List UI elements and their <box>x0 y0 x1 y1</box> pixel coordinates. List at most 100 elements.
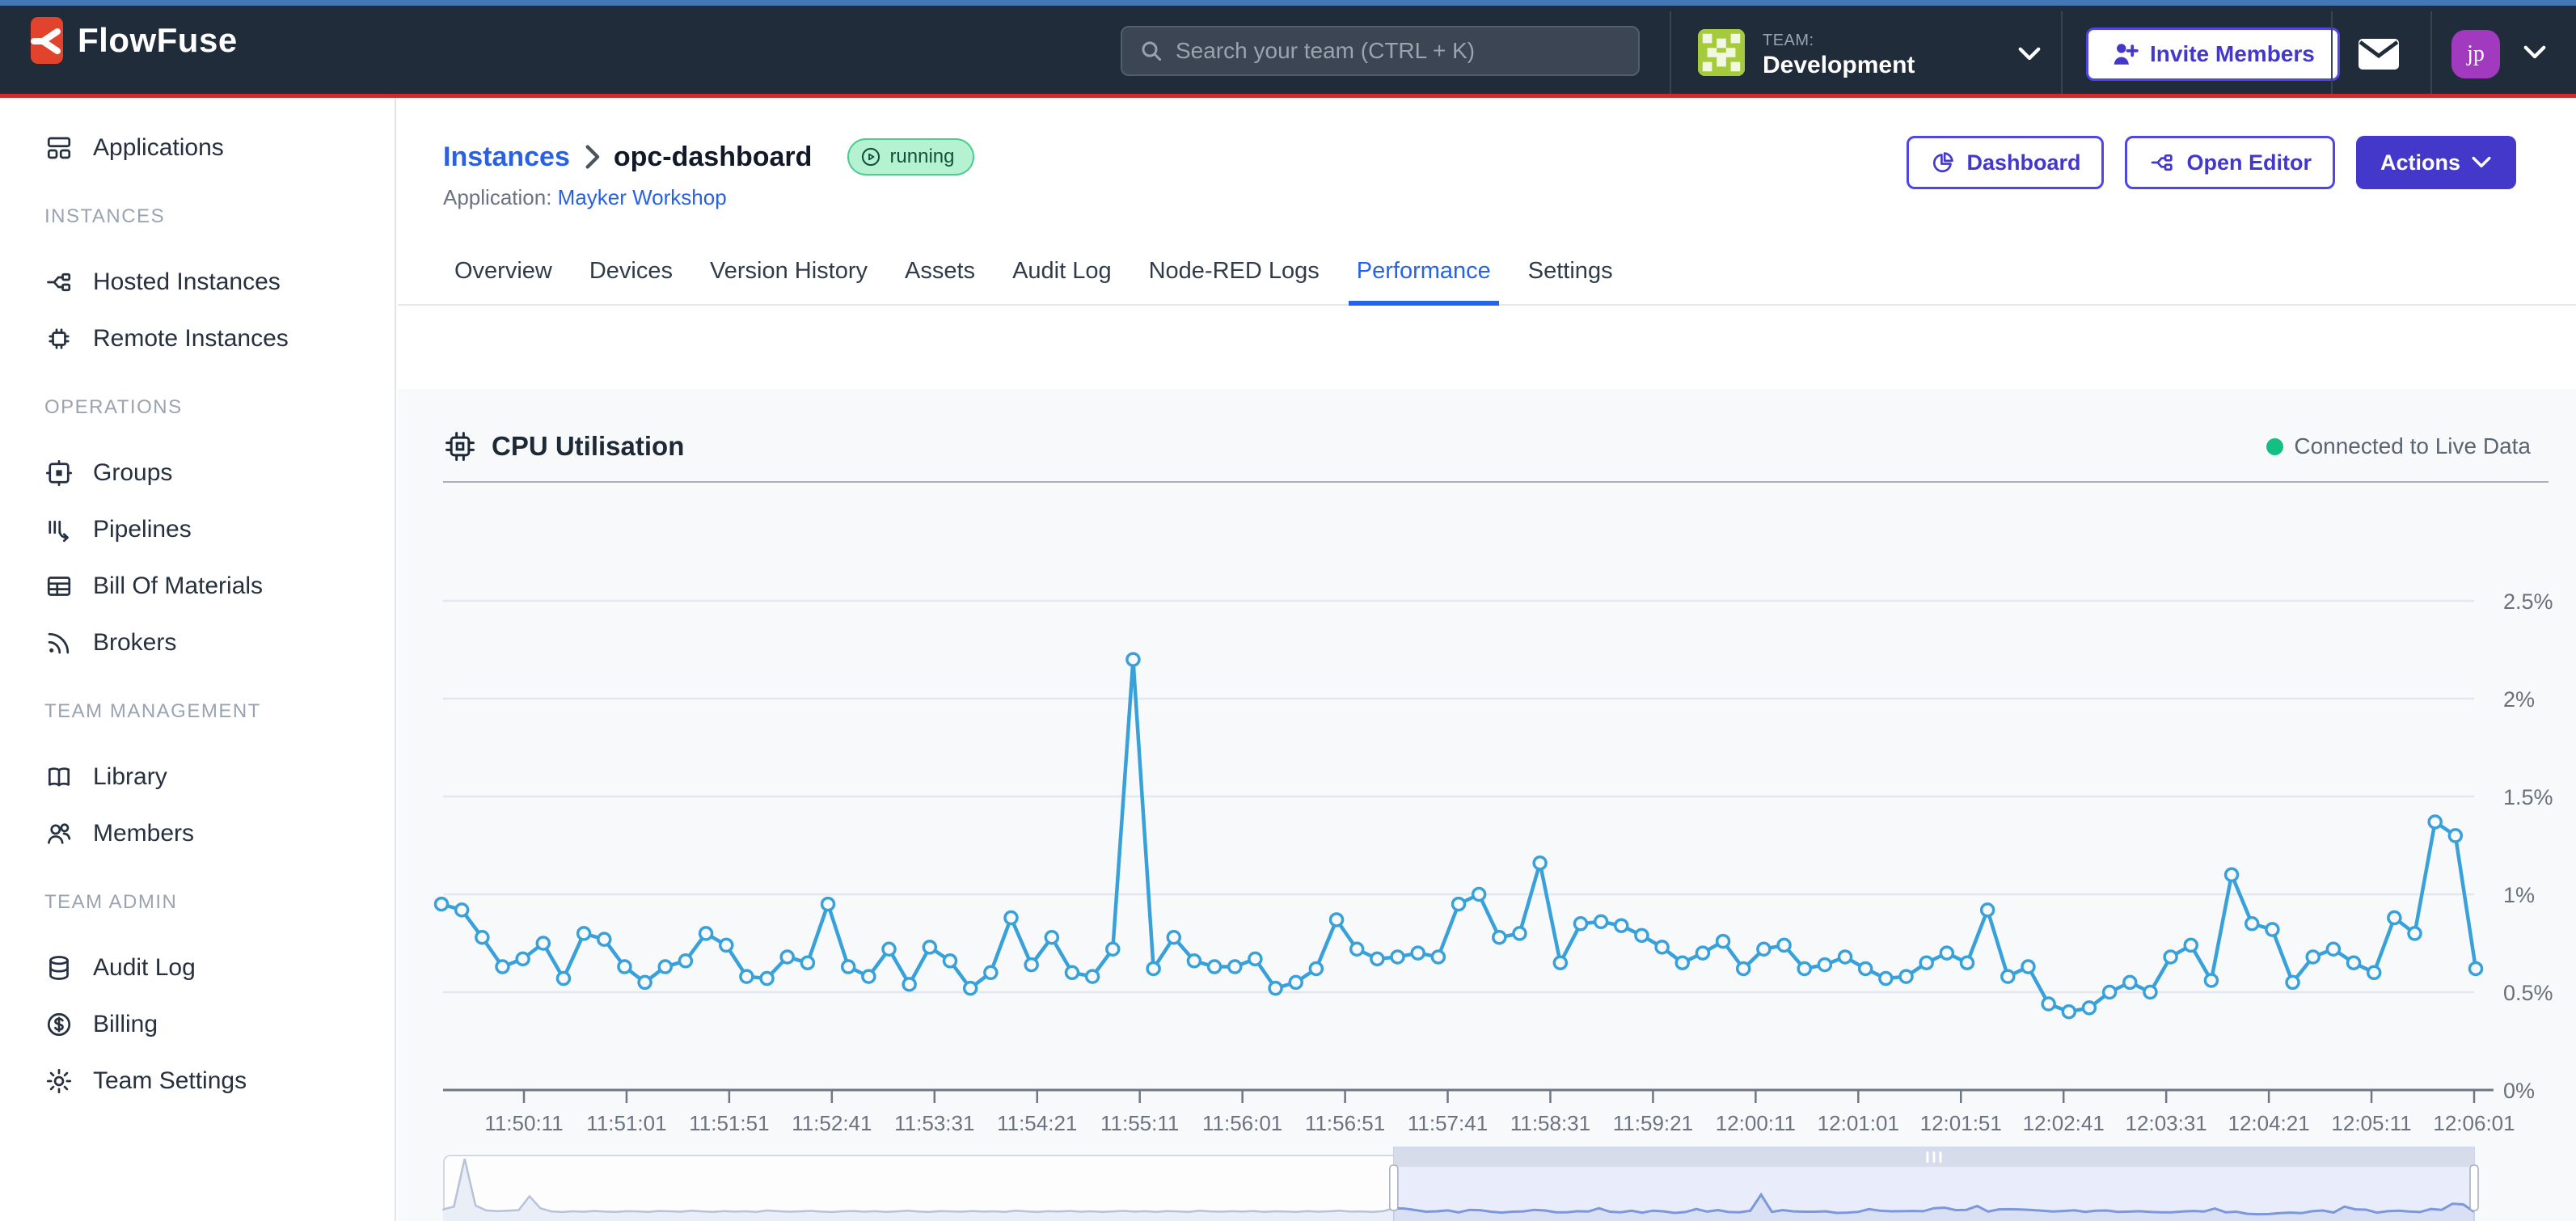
x-axis-tick-label: 11:54:21 <box>997 1111 1077 1135</box>
sidebar-item-label: Remote Instances <box>93 325 289 353</box>
sidebar-item-team-settings[interactable]: Team Settings <box>0 1053 395 1109</box>
actions-button-label: Actions <box>2380 150 2460 175</box>
play-circle-icon <box>859 146 882 168</box>
brand-name: FlowFuse <box>78 21 238 60</box>
tab-overview[interactable]: Overview <box>446 258 560 306</box>
navbar-divider <box>2430 11 2432 94</box>
sidebar-item-remote-instances[interactable]: Remote Instances <box>0 311 395 367</box>
team-avatar <box>1698 29 1745 76</box>
sidebar-item-brokers[interactable]: Brokers <box>0 615 395 671</box>
cpu-chip-icon <box>443 429 477 463</box>
sidebar-item-label: Bill Of Materials <box>93 572 263 600</box>
x-axis-tick-label: 12:01:51 <box>1920 1111 2002 1135</box>
groups-icon <box>44 458 74 488</box>
dashboard-button[interactable]: Dashboard <box>1907 136 2104 189</box>
sidebar-item-label: Library <box>93 763 167 791</box>
node-red-flow-icon <box>2148 150 2176 175</box>
members-icon <box>44 819 74 848</box>
top-navbar: FlowFuse TEAM: Development <box>0 0 2576 98</box>
x-axis-tick-label: 12:06:01 <box>2433 1111 2515 1135</box>
user-avatar-initials: jp <box>2467 41 2485 67</box>
application-link[interactable]: Mayker Workshop <box>558 185 727 209</box>
team-label: TEAM: <box>1763 32 1915 50</box>
tab-version-history[interactable]: Version History <box>702 258 876 306</box>
tab-assets[interactable]: Assets <box>897 258 983 306</box>
cpu-series-points <box>436 653 2482 1018</box>
tab-node-red-logs[interactable]: Node-RED Logs <box>1141 258 1328 306</box>
x-axis-tick-label: 12:05:11 <box>2331 1111 2411 1135</box>
x-axis-tick-label: 11:50:11 <box>484 1111 563 1135</box>
status-badge: running <box>847 138 973 175</box>
chart-header: CPU Utilisation Connected to Live Data <box>398 389 2576 463</box>
sidebar-item-billing[interactable]: Billing <box>0 996 395 1053</box>
tab-devices[interactable]: Devices <box>581 258 681 306</box>
sidebar-item-applications[interactable]: Applications <box>0 120 395 176</box>
actions-button[interactable]: Actions <box>2356 136 2516 189</box>
navbar-divider <box>1670 11 1671 94</box>
navbar-divider <box>2331 11 2333 94</box>
y-axis-tick-label: 1.5% <box>2503 785 2553 809</box>
sidebar-item-label: Hosted Instances <box>93 268 281 296</box>
page-header: Instances opc-dashboard running Applicat… <box>398 98 2576 239</box>
status-badge-label: running <box>889 146 954 168</box>
brush-handle-right[interactable] <box>2470 1165 2478 1210</box>
x-axis-tick-label: 11:59:21 <box>1613 1111 1693 1135</box>
y-axis-tick-label: 0% <box>2503 1079 2535 1103</box>
pie-chart-icon <box>1930 150 1956 175</box>
flowfuse-logo-icon <box>31 17 63 64</box>
search-bar[interactable] <box>1121 26 1640 76</box>
sidebar-item-groups[interactable]: Groups <box>0 445 395 501</box>
audit-log-icon <box>44 953 74 982</box>
y-axis-tick-label: 2% <box>2503 687 2535 712</box>
billing-icon <box>44 1010 74 1039</box>
chart-title: CPU Utilisation <box>492 431 684 462</box>
sidebar: ApplicationsINSTANCESHosted InstancesRem… <box>0 98 396 1221</box>
y-axis-tick-label: 1% <box>2503 883 2535 907</box>
x-axis-tick-label: 11:56:01 <box>1202 1111 1282 1135</box>
x-axis-tick-label: 11:57:41 <box>1408 1111 1488 1135</box>
actions-chevron-down-icon <box>2471 154 2492 171</box>
cpu-chart-svg: 0%0.5%1%1.5%2%2.5%11:50:1111:51:0111:51:… <box>443 504 2576 1175</box>
invite-members-button[interactable]: Invite Members <box>2086 27 2340 81</box>
team-selector[interactable]: TEAM: Development <box>1698 29 1915 79</box>
page-title: opc-dashboard <box>614 142 813 173</box>
chart-range-selector[interactable] <box>443 1147 2481 1221</box>
breadcrumb-instances-link[interactable]: Instances <box>443 142 570 173</box>
chart-header-rule <box>443 481 2549 483</box>
open-editor-button[interactable]: Open Editor <box>2125 136 2335 189</box>
x-axis-tick-label: 12:01:01 <box>1818 1111 1899 1135</box>
sidebar-item-audit-log[interactable]: Audit Log <box>0 940 395 996</box>
team-settings-icon <box>44 1067 74 1096</box>
cpu-utilisation-chart: 0%0.5%1%1.5%2%2.5%11:50:1111:51:0111:51:… <box>443 504 2576 1175</box>
tab-performance[interactable]: Performance <box>1349 258 1499 306</box>
app-root: FlowFuse TEAM: Development <box>0 0 2576 1221</box>
tab-settings[interactable]: Settings <box>1520 258 1621 306</box>
y-axis-tick-label: 0.5% <box>2503 981 2553 1005</box>
brush-grip-icon <box>1939 1151 1941 1163</box>
brush-svg <box>443 1147 2481 1221</box>
navbar-divider <box>2061 11 2063 94</box>
brand[interactable]: FlowFuse <box>31 17 238 64</box>
sidebar-section-team-management: TEAM MANAGEMENT <box>0 699 395 724</box>
breadcrumb-chevron-icon <box>583 144 601 170</box>
brush-handle-left[interactable] <box>1390 1165 1398 1210</box>
tab-audit-log[interactable]: Audit Log <box>1004 258 1120 306</box>
sidebar-section-team-admin: TEAM ADMIN <box>0 890 395 915</box>
user-menu-chevron-down-icon[interactable] <box>2523 43 2547 62</box>
sidebar-item-label: Billing <box>93 1011 158 1038</box>
main-content: Instances opc-dashboard running Applicat… <box>398 98 2576 1221</box>
library-icon <box>44 763 74 792</box>
search-input[interactable] <box>1176 38 1622 64</box>
sidebar-item-hosted-instances[interactable]: Hosted Instances <box>0 254 395 311</box>
sidebar-item-members[interactable]: Members <box>0 805 395 862</box>
sidebar-item-label: Pipelines <box>93 516 192 543</box>
applications-icon <box>44 133 74 163</box>
user-avatar[interactable]: jp <box>2451 30 2500 78</box>
x-axis-tick-label: 11:58:31 <box>1510 1111 1590 1135</box>
performance-panel: CPU Utilisation Connected to Live Data 0… <box>398 389 2576 1221</box>
mail-icon[interactable] <box>2358 38 2400 70</box>
sidebar-item-pipelines[interactable]: Pipelines <box>0 501 395 558</box>
sidebar-item-bill-of-materials[interactable]: Bill Of Materials <box>0 558 395 615</box>
team-chevron-down-icon[interactable] <box>2017 44 2042 64</box>
sidebar-item-library[interactable]: Library <box>0 749 395 805</box>
